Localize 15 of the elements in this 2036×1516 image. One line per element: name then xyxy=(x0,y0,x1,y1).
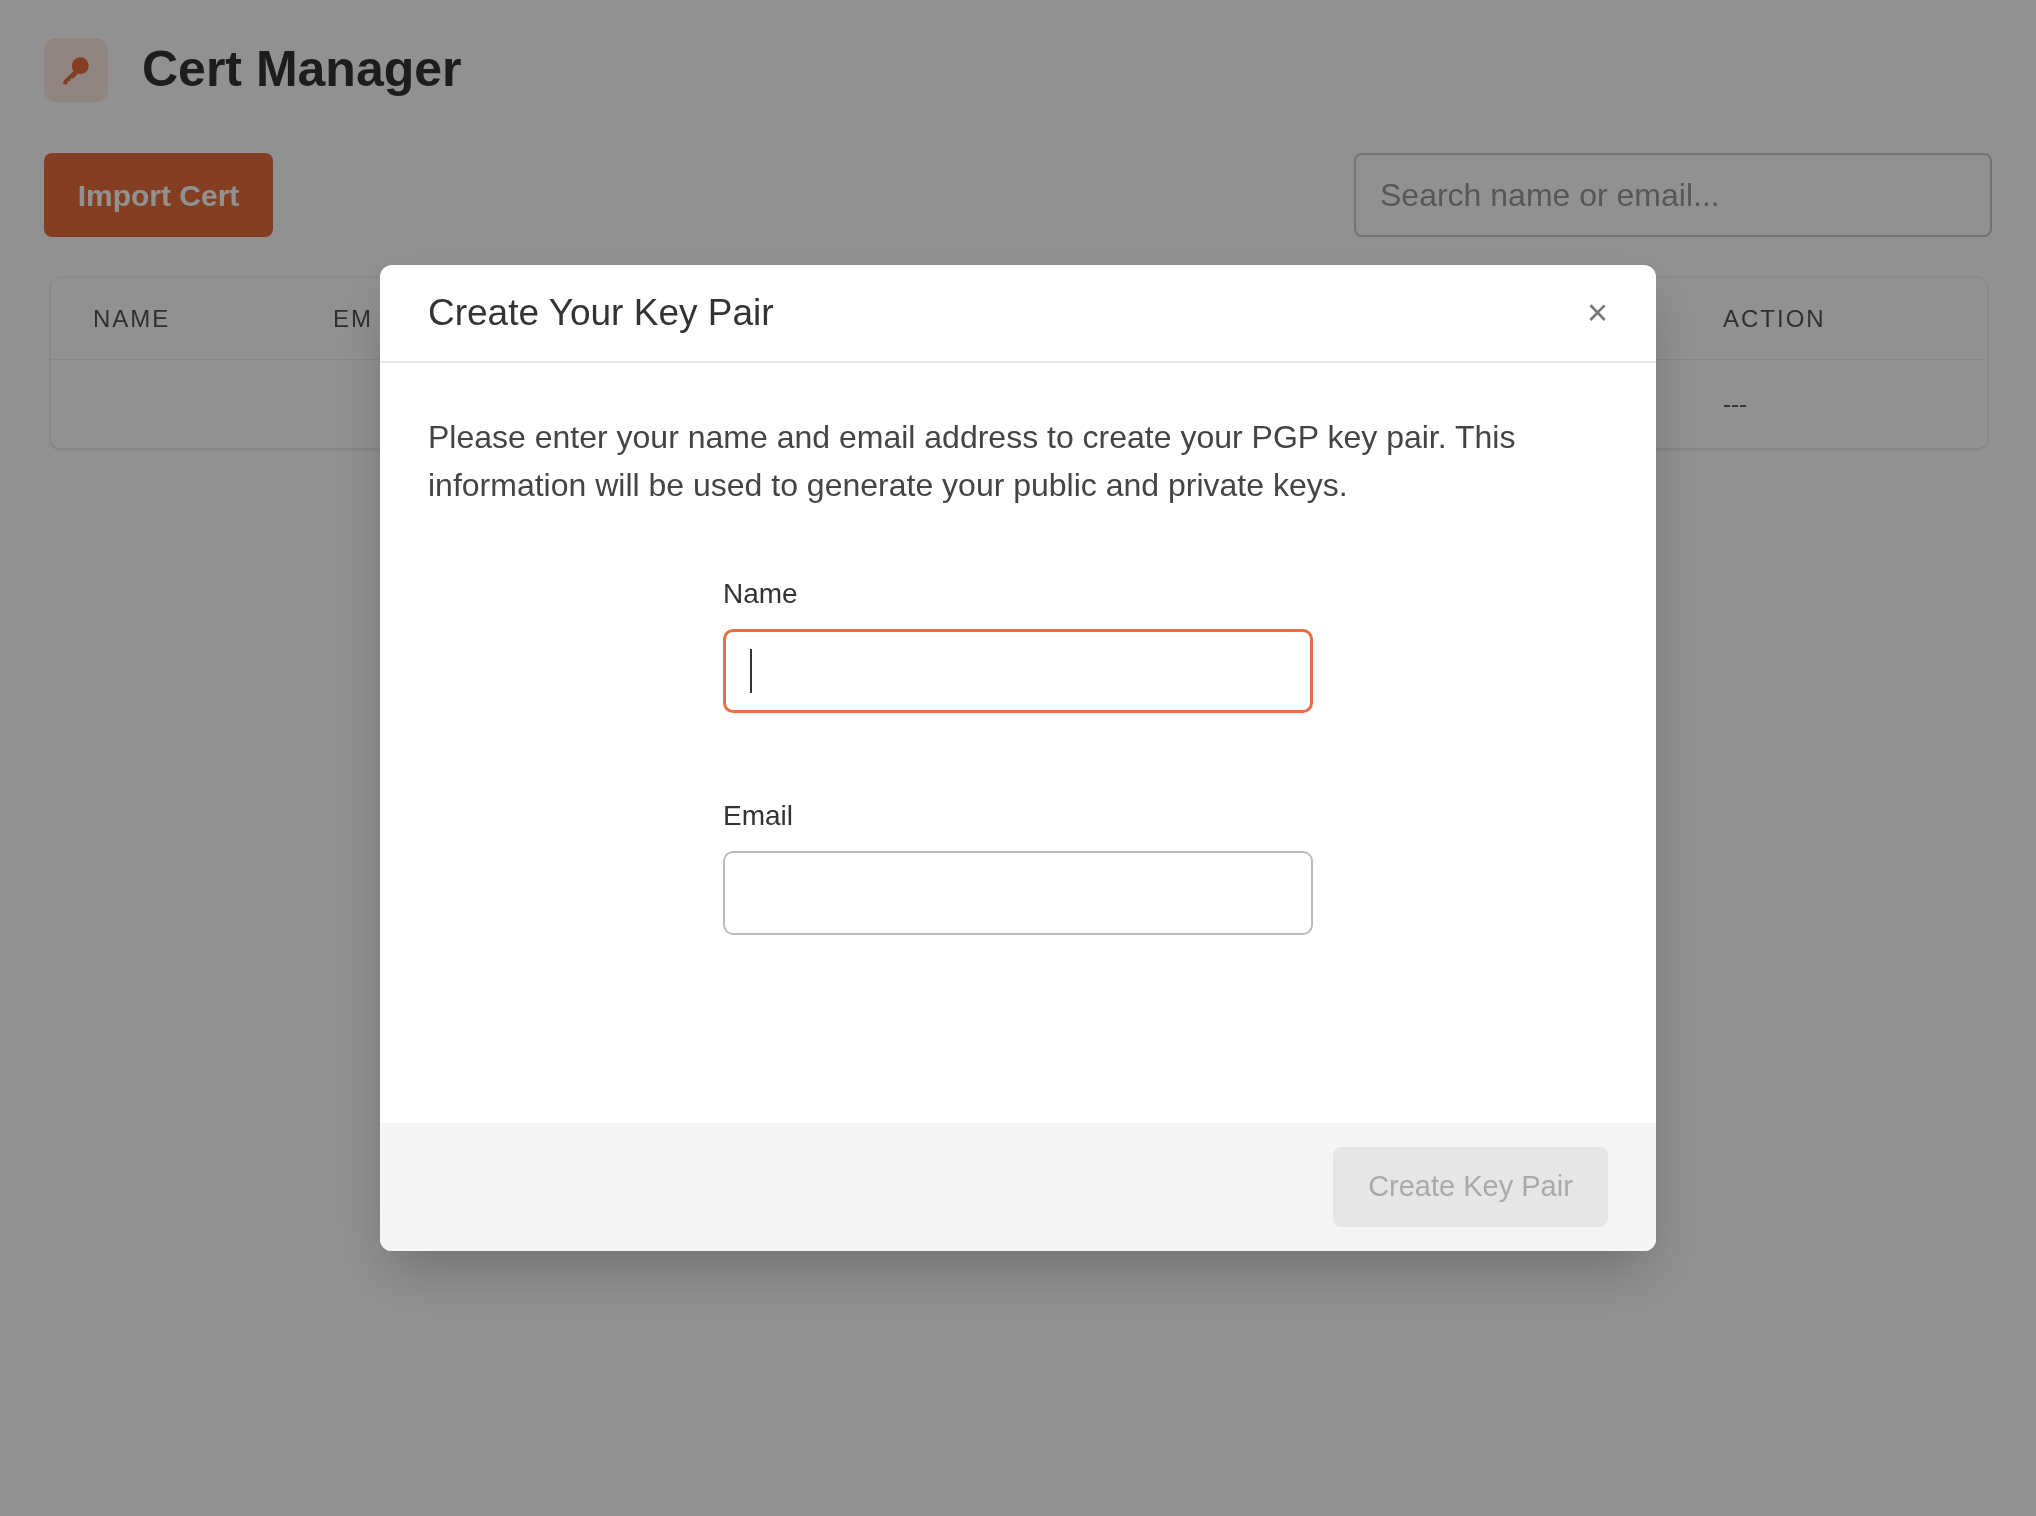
close-button[interactable]: × xyxy=(1586,295,1608,331)
text-field[interactable] xyxy=(723,851,1313,935)
field-label: Name xyxy=(723,577,799,611)
text-caret xyxy=(750,649,752,693)
column-header: NAME xyxy=(93,303,171,334)
dialog-description: Please enter your name and email address to create your PGP key pair. This information will be used to generate your public and private keys. xyxy=(428,418,1517,505)
dialog-title: Create Your Key Pair xyxy=(428,291,774,336)
text-field[interactable] xyxy=(723,629,1313,713)
column-header: ACTION xyxy=(1723,303,1826,334)
field-label: Email xyxy=(723,799,794,833)
import-button[interactable]: Import Cert xyxy=(44,153,273,237)
search-field[interactable]: Search name or email... xyxy=(1354,153,1992,237)
app-title: Cert Manager xyxy=(142,40,462,99)
table-cell-text: --- xyxy=(1723,389,1747,419)
column-header: EM xyxy=(333,303,373,334)
